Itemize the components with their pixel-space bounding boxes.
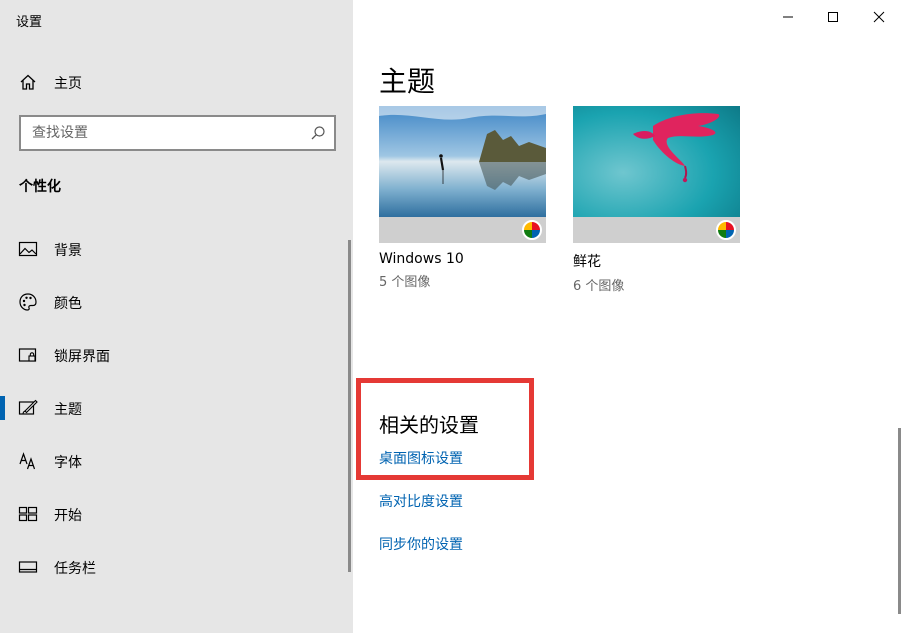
theme-strip xyxy=(379,217,546,243)
close-icon xyxy=(873,11,885,22)
sidebar-item-label: 任务栏 xyxy=(54,561,96,577)
search-box[interactable] xyxy=(19,115,336,151)
color-wheel-icon xyxy=(716,220,736,240)
sidebar-item-themes[interactable]: 主题 xyxy=(0,386,345,430)
minimize-button[interactable] xyxy=(765,0,811,33)
sidebar-item-colors[interactable]: 颜色 xyxy=(0,280,345,324)
active-indicator xyxy=(0,396,5,420)
theme-image-count: 6 个图像 xyxy=(573,279,625,294)
home-icon xyxy=(20,74,36,90)
sidebar-item-label: 颜色 xyxy=(54,296,82,312)
lock-screen-icon xyxy=(18,348,37,362)
sidebar-home[interactable]: 主页 xyxy=(0,62,353,102)
search-input[interactable] xyxy=(21,117,291,149)
section-title: 个性化 xyxy=(19,179,61,195)
sidebar-item-fonts[interactable]: 字体 xyxy=(0,439,345,483)
taskbar-icon xyxy=(18,561,38,573)
start-tiles-icon xyxy=(18,506,38,522)
theme-card[interactable]: Windows 10 5 个图像 xyxy=(379,106,546,290)
desktop-icon-settings-link[interactable]: 桌面图标设置 xyxy=(379,448,463,468)
sidebar: 设置 主页 个性化 背景 颜色 xyxy=(0,0,353,633)
picture-icon xyxy=(18,241,38,257)
close-button[interactable] xyxy=(856,0,902,33)
sidebar-item-label: 字体 xyxy=(54,455,82,471)
sidebar-item-lock-screen[interactable]: 锁屏界面 xyxy=(0,333,345,377)
theme-card[interactable]: 鲜花 6 个图像 xyxy=(573,106,740,294)
palette-icon xyxy=(19,293,37,311)
theme-strip xyxy=(573,217,740,243)
sidebar-item-label: 锁屏界面 xyxy=(54,349,110,365)
sidebar-item-label: 背景 xyxy=(54,243,82,259)
theme-preview-image xyxy=(573,106,740,217)
font-icon xyxy=(19,452,36,470)
sync-settings-link[interactable]: 同步你的设置 xyxy=(379,534,463,554)
theme-name: Windows 10 xyxy=(379,251,464,267)
search-icon[interactable] xyxy=(310,125,326,141)
theme-image-count: 5 个图像 xyxy=(379,275,431,290)
sidebar-item-taskbar[interactable]: 任务栏 xyxy=(0,545,345,589)
main-scrollbar[interactable] xyxy=(898,428,901,614)
color-wheel-icon xyxy=(522,220,542,240)
theme-thumbnail[interactable] xyxy=(379,106,546,243)
theme-preview-image xyxy=(379,106,546,217)
theme-brush-icon xyxy=(18,399,38,415)
related-settings-title: 相关的设置 xyxy=(379,413,479,437)
minimize-icon xyxy=(783,16,793,17)
maximize-button[interactable] xyxy=(810,0,856,33)
theme-thumbnail[interactable] xyxy=(573,106,740,243)
maximize-icon xyxy=(828,11,838,22)
sidebar-scrollbar[interactable] xyxy=(348,240,351,572)
page-title: 主题 xyxy=(379,65,436,98)
app-title: 设置 xyxy=(16,15,43,30)
sidebar-item-background[interactable]: 背景 xyxy=(0,227,345,271)
theme-name: 鲜花 xyxy=(573,254,601,270)
sidebar-home-label: 主页 xyxy=(54,76,82,92)
sidebar-item-label: 开始 xyxy=(54,508,82,524)
sidebar-item-start[interactable]: 开始 xyxy=(0,492,345,536)
sidebar-item-label: 主题 xyxy=(54,402,82,418)
high-contrast-settings-link[interactable]: 高对比度设置 xyxy=(379,491,463,511)
